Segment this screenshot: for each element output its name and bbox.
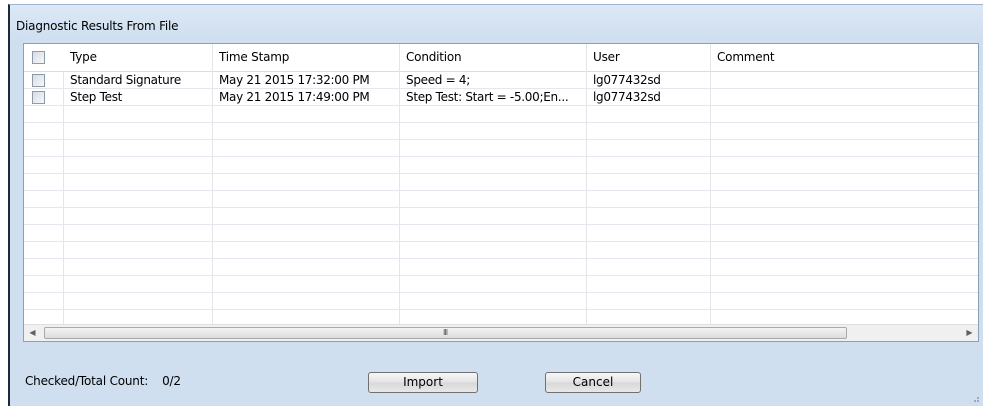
- empty-row: [24, 209, 978, 225]
- column-header-condition[interactable]: Condition: [400, 44, 587, 72]
- cell-comment: [711, 90, 978, 106]
- empty-row: [24, 141, 978, 157]
- empty-row: [24, 226, 978, 242]
- empty-row: [24, 175, 978, 191]
- empty-row: [24, 158, 978, 174]
- resize-grip-icon[interactable]: [971, 394, 980, 403]
- scrollbar-grip: III: [443, 328, 448, 337]
- scroll-left-icon[interactable]: ◀: [24, 325, 41, 341]
- cell-user: lg077432sd: [593, 73, 661, 87]
- column-header-type[interactable]: Type: [64, 44, 213, 72]
- table-row[interactable]: Step Test May 21 2015 17:49:00 PM Step T…: [24, 90, 978, 106]
- empty-row: [24, 277, 978, 293]
- empty-row: [24, 192, 978, 208]
- column-header-comment[interactable]: Comment: [711, 44, 978, 72]
- count-status: Checked/Total Count: 0/2: [25, 374, 181, 388]
- row-checkbox[interactable]: [32, 91, 45, 104]
- scroll-right-icon[interactable]: ▶: [961, 325, 978, 341]
- horizontal-scrollbar[interactable]: ◀ III ▶: [24, 324, 978, 341]
- column-header-time-stamp[interactable]: Time Stamp: [213, 44, 400, 72]
- scrollbar-thumb[interactable]: III: [44, 327, 847, 339]
- import-button[interactable]: Import: [368, 372, 478, 393]
- count-label: Checked/Total Count:: [25, 374, 149, 388]
- results-grid: Type Time Stamp Condition User Comment S…: [23, 43, 979, 342]
- select-all-checkbox[interactable]: [32, 51, 45, 64]
- cell-time-stamp: May 21 2015 17:49:00 PM: [219, 90, 370, 104]
- table-row[interactable]: Standard Signature May 21 2015 17:32:00 …: [24, 73, 978, 89]
- count-value: 0/2: [162, 374, 181, 388]
- cell-condition: Step Test: Start = -5.00;En...: [406, 90, 569, 104]
- empty-row: [24, 107, 978, 123]
- empty-row: [24, 243, 978, 259]
- cancel-button[interactable]: Cancel: [545, 372, 641, 393]
- cell-comment: [711, 73, 978, 89]
- dialog-title: Diagnostic Results From File: [16, 19, 179, 33]
- cell-type: Standard Signature: [70, 73, 181, 87]
- cell-time-stamp: May 21 2015 17:32:00 PM: [219, 73, 370, 87]
- column-header-user[interactable]: User: [587, 44, 711, 72]
- cell-condition: Speed = 4;: [406, 73, 470, 87]
- cell-user: lg077432sd: [593, 90, 661, 104]
- empty-row: [24, 260, 978, 276]
- empty-row: [24, 124, 978, 140]
- grid-header: Type Time Stamp Condition User Comment: [24, 44, 978, 72]
- row-checkbox[interactable]: [32, 74, 45, 87]
- empty-row: [24, 294, 978, 310]
- cell-type: Step Test: [70, 90, 123, 104]
